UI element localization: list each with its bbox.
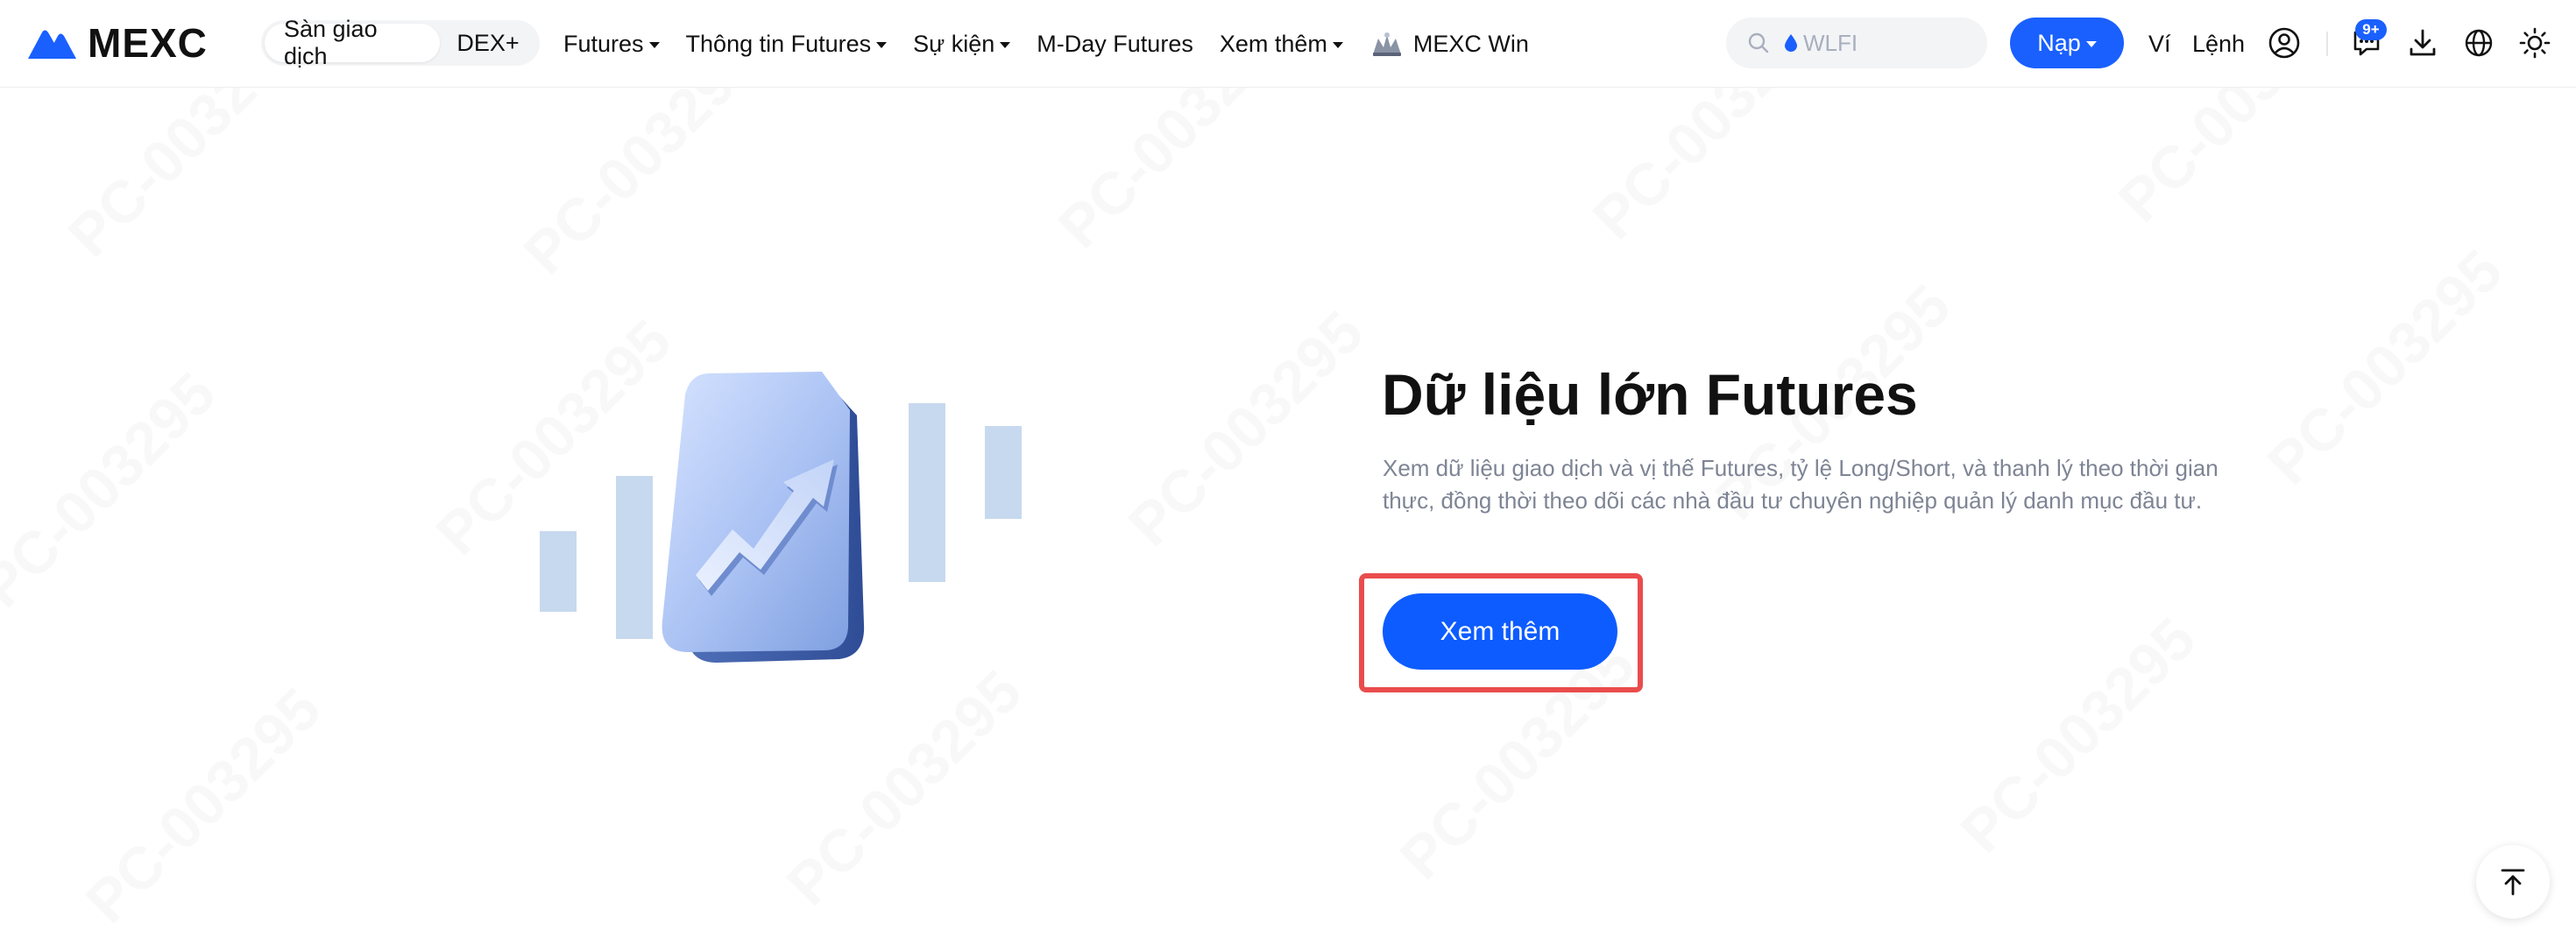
brand-name: MEXC bbox=[88, 20, 208, 66]
watermark: PC-003295 bbox=[1948, 605, 2209, 866]
watermark: PC-003295 bbox=[1115, 298, 1376, 559]
nav-futures-info[interactable]: Thông tin Futures bbox=[686, 31, 888, 58]
wallet-link[interactable]: Ví bbox=[2148, 0, 2171, 88]
mexc-logo[interactable]: MEXC bbox=[26, 20, 208, 66]
caret-down-icon bbox=[648, 41, 660, 48]
nav-events[interactable]: Sự kiện bbox=[913, 30, 1011, 58]
search-box[interactable] bbox=[1726, 18, 1987, 68]
nav-futures[interactable]: Futures bbox=[563, 31, 660, 58]
mexc-win-icon bbox=[1372, 32, 1401, 56]
nav-label: Futures bbox=[563, 30, 644, 57]
user-icon-svg bbox=[2268, 27, 2300, 59]
nav-label: M-Day Futures bbox=[1037, 30, 1193, 57]
bar-decoration bbox=[540, 531, 577, 612]
futures-data-illustration bbox=[540, 372, 1022, 663]
bar-decoration bbox=[985, 426, 1022, 519]
bar-decoration bbox=[616, 476, 653, 639]
page-description: Xem dữ liệu giao dịch và vị thế Futures,… bbox=[1383, 455, 2219, 514]
search-icon bbox=[1748, 32, 1769, 53]
market-segment-toggle: Sàn giao dịch DEX+ bbox=[261, 16, 540, 69]
caret-down-icon bbox=[1332, 41, 1343, 48]
notification-badge: 9+ bbox=[2355, 19, 2387, 40]
globe-icon-svg bbox=[2465, 29, 2493, 57]
view-more-button[interactable]: Xem thêm bbox=[1383, 593, 1617, 670]
caret-down-icon bbox=[876, 41, 888, 48]
download-icon-svg bbox=[2410, 29, 2436, 56]
download-icon[interactable] bbox=[2404, 25, 2441, 61]
search-input[interactable] bbox=[1801, 28, 1968, 58]
segment-exchange[interactable]: Sàn giao dịch bbox=[265, 16, 440, 69]
sun-icon-svg bbox=[2519, 27, 2551, 59]
watermark: PC-003295 bbox=[73, 675, 334, 936]
top-navigation-bar: MEXC Sàn giao dịch DEX+ Futures Thông ti… bbox=[0, 0, 2576, 88]
bar-decoration bbox=[909, 403, 945, 582]
watermark: PC-003295 bbox=[774, 657, 1035, 919]
flame-drop-icon bbox=[1785, 34, 1797, 52]
deposit-label: Nạp bbox=[2037, 29, 2081, 56]
orders-link[interactable]: Lệnh bbox=[2192, 0, 2245, 88]
nav-label: Thông tin Futures bbox=[685, 30, 872, 57]
caret-down-icon bbox=[1000, 41, 1011, 48]
back-to-top-button[interactable] bbox=[2476, 845, 2550, 919]
watermark: PC-003295 bbox=[0, 359, 229, 621]
watermark: PC-003295 bbox=[2254, 237, 2516, 498]
arrow-up-to-line-icon bbox=[2501, 869, 2525, 896]
main-nav: Futures Thông tin Futures Sự kiện M-Day … bbox=[563, 0, 1555, 88]
nav-more[interactable]: Xem thêm bbox=[1220, 31, 1343, 58]
nav-mday-futures[interactable]: M-Day Futures bbox=[1037, 31, 1193, 58]
nav-label: Xem thêm bbox=[1219, 30, 1327, 57]
segment-dex-plus[interactable]: DEX+ bbox=[440, 24, 536, 62]
globe-icon[interactable] bbox=[2460, 25, 2497, 61]
mexc-logo-icon bbox=[28, 30, 76, 59]
theme-sun-icon[interactable] bbox=[2516, 25, 2553, 61]
nav-mexc-win[interactable]: MEXC Win bbox=[1369, 30, 1529, 58]
nav-label: MEXC Win bbox=[1412, 30, 1529, 57]
nav-label: Sự kiện bbox=[913, 30, 995, 57]
deposit-button[interactable]: Nạp bbox=[2010, 18, 2124, 68]
page-title: Dữ liệu lớn Futures bbox=[1382, 362, 1918, 427]
divider bbox=[2326, 32, 2328, 56]
caret-down-icon bbox=[2085, 40, 2097, 47]
user-icon[interactable] bbox=[2266, 25, 2303, 61]
